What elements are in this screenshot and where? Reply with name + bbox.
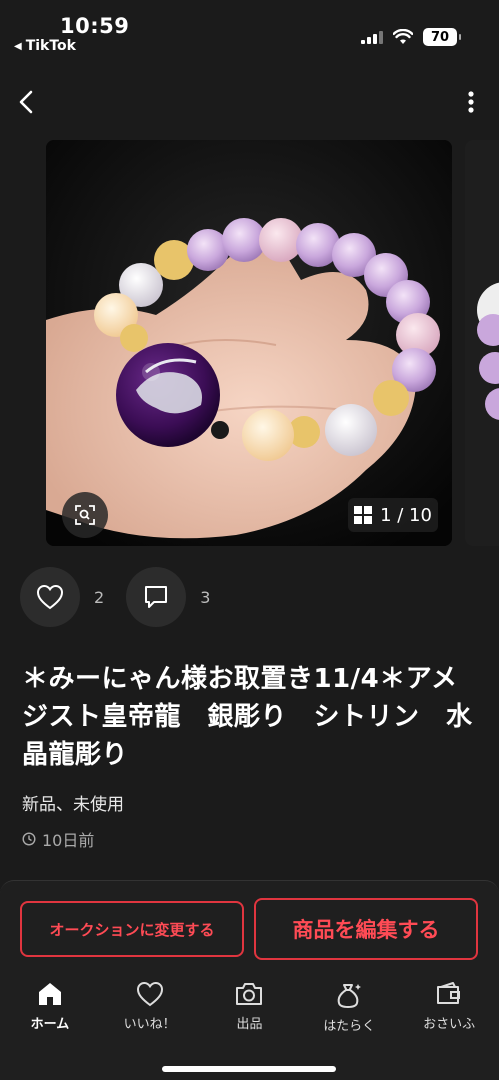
- vertical-dots-icon[interactable]: [463, 88, 479, 116]
- clock-icon: [22, 832, 36, 846]
- tab-wallet-label: おさいふ: [423, 1017, 476, 1032]
- tab-likes[interactable]: いいね！: [105, 981, 195, 1041]
- back-triangle-icon: ◀: [14, 40, 22, 52]
- back-app-label: TikTok: [25, 38, 76, 54]
- system-icons: 70: [361, 28, 461, 46]
- tab-likes-label: いいね！: [123, 1017, 176, 1032]
- status-time: 10:59: [60, 14, 130, 38]
- like-button[interactable]: [20, 567, 80, 627]
- tab-work-label: はたらく: [323, 1019, 376, 1034]
- grid-icon: [354, 506, 373, 524]
- next-photo-peek[interactable]: [465, 140, 499, 546]
- wallet-icon: [437, 982, 461, 1004]
- image-counter-label: 1 / 10: [380, 504, 432, 526]
- product-photo[interactable]: [46, 140, 452, 546]
- tab-wallet[interactable]: おさいふ: [404, 981, 494, 1041]
- comment-button[interactable]: [126, 567, 187, 627]
- comment-count: 3: [200, 587, 211, 607]
- camera-icon: [236, 983, 263, 1005]
- image-carousel[interactable]: [0, 140, 499, 548]
- bottom-tab-bar: ホーム いいね！ 出品 はたらく おさいふ: [0, 981, 499, 1041]
- chevron-left-icon[interactable]: [12, 86, 44, 118]
- edit-item-button[interactable]: 商品を編集する: [254, 898, 478, 960]
- comment-icon: [145, 586, 168, 608]
- item-title: ＊みーにゃん様お取置き11/4＊アメジスト皇帝龍 銀彫り シトリン 水晶龍彫り: [22, 664, 473, 770]
- posted-time: 10日前: [22, 827, 94, 851]
- tab-work[interactable]: はたらく: [304, 981, 394, 1041]
- back-to-app-link[interactable]: ◀ TikTok: [14, 38, 76, 54]
- battery-indicator: 70: [423, 28, 461, 46]
- product-photo-illustration: [46, 140, 452, 546]
- like-count: 2: [94, 587, 105, 607]
- image-counter[interactable]: 1 / 10: [348, 498, 438, 532]
- image-search-icon: [75, 505, 95, 525]
- bottom-panel: オークションに変更する 商品を編集する ホーム いいね！ 出品 はたらく おさい…: [0, 880, 499, 1080]
- heart-icon: [36, 584, 64, 610]
- next-photo-illustration: [477, 282, 499, 420]
- cellular-signal-icon: [361, 30, 383, 44]
- home-icon: [38, 983, 61, 1005]
- heart-icon: [136, 981, 163, 1007]
- image-search-button[interactable]: [62, 492, 108, 538]
- home-indicator: [162, 1066, 336, 1072]
- wifi-icon: [393, 29, 413, 44]
- top-nav: [0, 80, 499, 126]
- posted-time-label: 10日前: [42, 831, 95, 850]
- tab-sell[interactable]: 出品: [204, 981, 294, 1041]
- change-to-auction-button[interactable]: オークションに変更する: [20, 901, 244, 957]
- tab-home-label: ホーム: [30, 1017, 70, 1032]
- tab-sell-label: 出品: [236, 1017, 263, 1032]
- item-condition: 新品、未使用: [22, 795, 124, 815]
- status-bar: 10:59 ◀ TikTok 70: [0, 0, 499, 58]
- action-row: 2 3: [20, 567, 232, 627]
- money-bag-icon: [337, 984, 362, 1009]
- tab-home[interactable]: ホーム: [5, 981, 95, 1041]
